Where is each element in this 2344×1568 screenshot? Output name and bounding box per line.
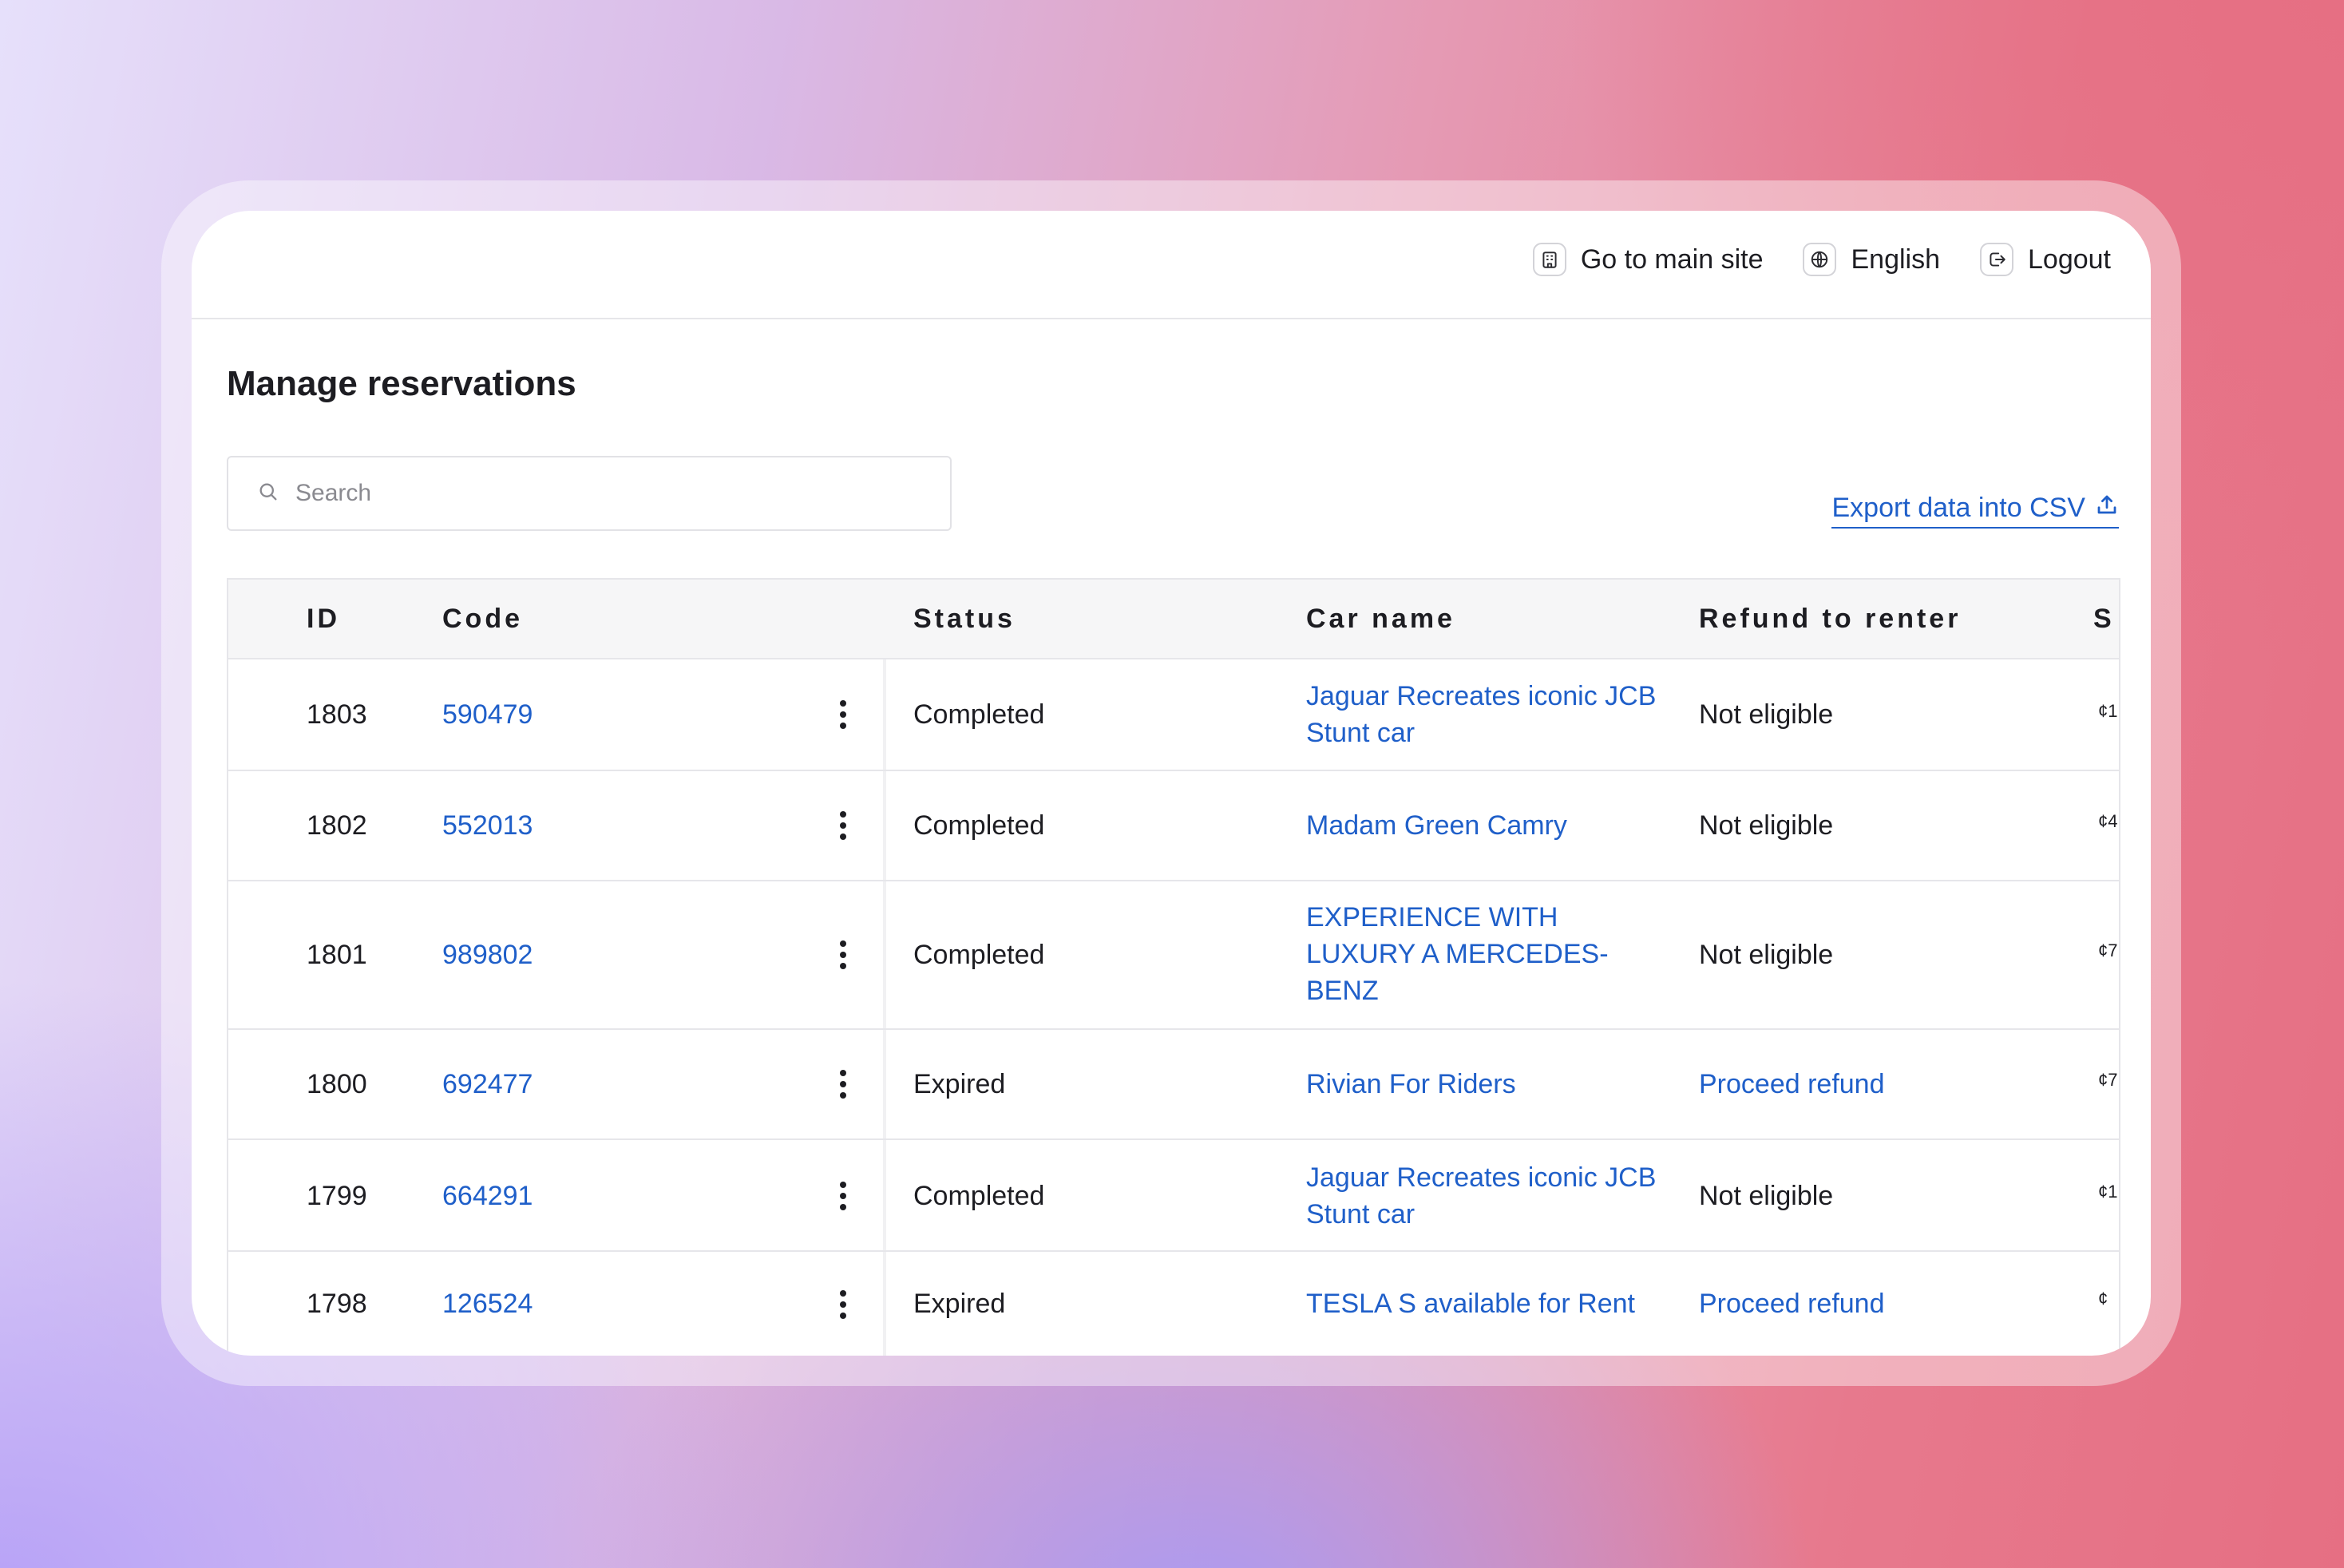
- row-price: ¢1: [2098, 701, 2118, 721]
- row-code-link[interactable]: 126524: [442, 1285, 533, 1322]
- row-status: Completed: [913, 940, 1045, 970]
- row-id: 1802: [307, 810, 367, 841]
- row-price: ¢7: [2098, 940, 2118, 960]
- row-refund-link[interactable]: Proceed refund: [1699, 1285, 1885, 1322]
- row-refund: Not eligible: [1699, 940, 1834, 970]
- row-car-link[interactable]: Madam Green Camry: [1306, 807, 1567, 844]
- row-id: 1800: [307, 1069, 367, 1099]
- row-status: Completed: [913, 1181, 1045, 1211]
- table-header: ID Code Status Car name Refund to renter…: [228, 580, 2119, 659]
- header-refund[interactable]: Refund to renter: [1699, 604, 1961, 635]
- table-row[interactable]: 1798 126524 Expired TESLA S available fo…: [228, 1252, 2119, 1356]
- row-id: 1798: [307, 1289, 367, 1319]
- row-id: 1801: [307, 940, 367, 970]
- language-selector[interactable]: English: [1803, 243, 1940, 276]
- row-car-link[interactable]: Rivian For Riders: [1306, 1066, 1516, 1103]
- upload-icon: [2095, 493, 2119, 524]
- row-price: ¢: [2098, 1289, 2108, 1309]
- table-row[interactable]: 1800 692477 Expired Rivian For Riders Pr…: [228, 1030, 2119, 1140]
- row-refund: Not eligible: [1699, 1181, 1834, 1211]
- row-status: Completed: [913, 699, 1045, 730]
- row-code-link[interactable]: 552013: [442, 807, 533, 844]
- row-car-link[interactable]: EXPERIENCE WITH LUXURY A MERCEDES-BENZ: [1306, 899, 1625, 1009]
- header-code[interactable]: Code: [442, 604, 523, 635]
- row-car-link[interactable]: Jaguar Recreates iconic JCB Stunt car: [1306, 1159, 1657, 1233]
- table-row[interactable]: 1799 664291 Completed Jaguar Recreates i…: [228, 1140, 2119, 1252]
- app-window: Go to main site English Logout Manage re…: [192, 211, 2151, 1356]
- export-label: Export data into CSV: [1831, 493, 2085, 523]
- header-clipped[interactable]: S: [2093, 604, 2115, 635]
- reservations-table: ID Code Status Car name Refund to renter…: [227, 578, 2120, 1356]
- row-status: Completed: [913, 810, 1045, 841]
- kebab-menu-icon[interactable]: [835, 697, 851, 732]
- row-price: ¢7: [2098, 1070, 2118, 1090]
- kebab-menu-icon[interactable]: [835, 808, 851, 843]
- go-to-main-site-link[interactable]: Go to main site: [1532, 243, 1764, 276]
- table-row[interactable]: 1801 989802 Completed EXPERIENCE WITH LU…: [228, 881, 2119, 1030]
- search-icon: [257, 481, 279, 507]
- row-code-link[interactable]: 692477: [442, 1066, 533, 1103]
- globe-icon: [1803, 243, 1837, 276]
- header-status[interactable]: Status: [913, 604, 1016, 635]
- kebab-menu-icon[interactable]: [835, 1067, 851, 1102]
- logout-button[interactable]: Logout: [1980, 243, 2111, 276]
- row-price: ¢4: [2098, 811, 2118, 831]
- row-code-link[interactable]: 989802: [442, 936, 533, 973]
- row-price: ¢1: [2098, 1182, 2118, 1202]
- top-nav: Go to main site English Logout: [1532, 243, 2111, 276]
- row-car-link[interactable]: TESLA S available for Rent: [1306, 1285, 1635, 1322]
- row-id: 1799: [307, 1181, 367, 1211]
- row-code-link[interactable]: 590479: [442, 696, 533, 733]
- language-label: English: [1851, 244, 1940, 275]
- page-title: Manage reservations: [227, 364, 576, 403]
- logout-icon: [1980, 243, 2013, 276]
- kebab-menu-icon[interactable]: [835, 1178, 851, 1214]
- kebab-menu-icon[interactable]: [835, 937, 851, 972]
- row-refund-link[interactable]: Proceed refund: [1699, 1066, 1885, 1103]
- building-icon: [1532, 243, 1566, 276]
- row-car-link[interactable]: Jaguar Recreates iconic JCB Stunt car: [1306, 678, 1657, 751]
- row-status: Expired: [913, 1069, 1006, 1099]
- header-id[interactable]: ID: [307, 604, 340, 635]
- kebab-menu-icon[interactable]: [835, 1287, 851, 1322]
- search-input[interactable]: [295, 480, 918, 507]
- row-id: 1803: [307, 699, 367, 730]
- search-box: [227, 456, 952, 531]
- table-row[interactable]: 1802 552013 Completed Madam Green Camry …: [228, 771, 2119, 881]
- row-refund: Not eligible: [1699, 699, 1834, 730]
- export-csv-button[interactable]: Export data into CSV: [1831, 493, 2119, 529]
- top-bar: Go to main site English Logout: [192, 211, 2151, 319]
- row-refund: Not eligible: [1699, 810, 1834, 841]
- header-car-name[interactable]: Car name: [1306, 604, 1455, 635]
- row-code-link[interactable]: 664291: [442, 1178, 533, 1214]
- row-status: Expired: [913, 1289, 1006, 1319]
- go-to-main-site-label: Go to main site: [1580, 244, 1764, 275]
- logout-label: Logout: [2028, 244, 2111, 275]
- table-row[interactable]: 1803 590479 Completed Jaguar Recreates i…: [228, 659, 2119, 771]
